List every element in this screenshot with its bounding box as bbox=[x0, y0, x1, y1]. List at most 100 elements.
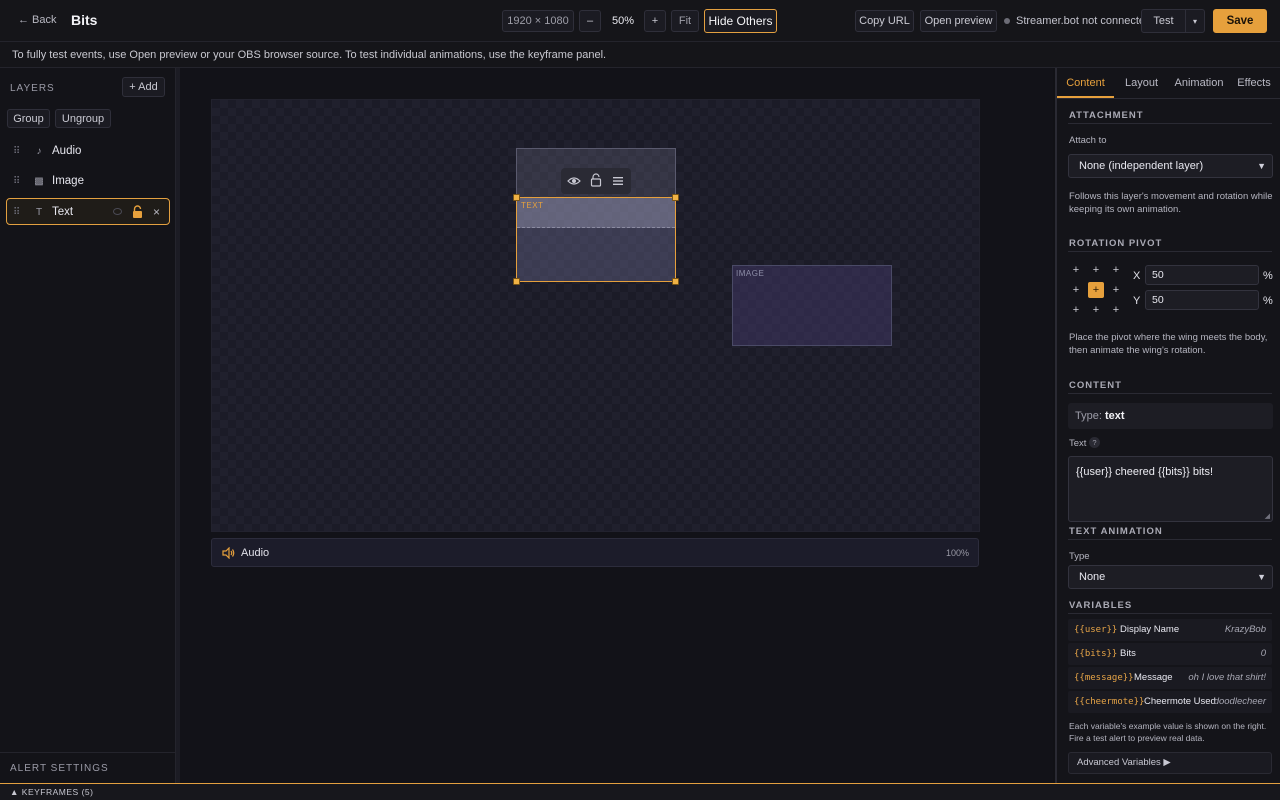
pivot-middle-right[interactable]: + bbox=[1108, 282, 1124, 298]
resize-handle-bottom-right[interactable] bbox=[672, 278, 679, 285]
pivot-y-input[interactable]: 50 bbox=[1145, 290, 1259, 310]
info-banner: To fully test events, use Open preview o… bbox=[0, 42, 1280, 68]
top-bar: ← Back Bits 1920 × 1080 – 50% + Fit Hide… bbox=[0, 0, 1280, 42]
variable-name: Message bbox=[1134, 672, 1173, 683]
hide-others-button[interactable]: Hide Others bbox=[704, 9, 777, 33]
pivot-y-label: Y bbox=[1133, 295, 1141, 307]
visibility-eye-icon[interactable] bbox=[567, 174, 581, 191]
fit-button[interactable]: Fit bbox=[671, 10, 699, 32]
attachment-title: ATTACHMENT bbox=[1069, 110, 1144, 121]
variable-example: KrazyBob bbox=[1224, 624, 1266, 635]
drag-handle-icon[interactable]: ⠿ bbox=[13, 138, 20, 165]
resize-handle-top-right[interactable] bbox=[672, 194, 679, 201]
text-animation-title: TEXT ANIMATION bbox=[1069, 526, 1163, 537]
pivot-x-input[interactable]: 50 bbox=[1145, 265, 1259, 285]
resize-handle-top-left[interactable] bbox=[513, 194, 520, 201]
pivot-bottom-left[interactable]: + bbox=[1068, 302, 1084, 318]
tab-effects[interactable]: Effects bbox=[1229, 68, 1279, 98]
layer-item-image[interactable]: ⠿ ▩ Image bbox=[6, 168, 170, 195]
properties-panel: Content Layout Animation Effects ATTACHM… bbox=[1055, 68, 1280, 783]
tab-animation[interactable]: Animation bbox=[1169, 68, 1229, 98]
audio-track-label: Audio bbox=[241, 547, 270, 559]
attach-to-select[interactable]: None (independent layer) ▼ bbox=[1068, 154, 1273, 178]
test-menu-button[interactable]: ▾ bbox=[1185, 9, 1205, 33]
open-preview-button[interactable]: Open preview bbox=[920, 10, 997, 32]
tab-content[interactable]: Content bbox=[1057, 68, 1114, 98]
layer-item-text[interactable]: ⠿ T Text × bbox=[6, 198, 170, 225]
section-divider bbox=[1068, 613, 1272, 614]
layer-label: Text bbox=[52, 206, 74, 218]
add-layer-button[interactable]: + Add bbox=[122, 77, 165, 97]
variable-example: 0 bbox=[1260, 648, 1266, 659]
pivot-top-center[interactable]: + bbox=[1088, 262, 1104, 278]
tab-layout[interactable]: Layout bbox=[1114, 68, 1169, 98]
text-layer-content: TEXT bbox=[516, 197, 676, 282]
test-button[interactable]: Test bbox=[1141, 9, 1186, 33]
variable-row-message[interactable]: {{message}} Message oh I love that shirt… bbox=[1068, 667, 1272, 689]
layer-label: Image bbox=[52, 175, 84, 187]
variable-token: {{user}} bbox=[1074, 625, 1118, 635]
pivot-middle-left[interactable]: + bbox=[1068, 282, 1084, 298]
layer-item-audio[interactable]: ⠿ ♪ Audio bbox=[6, 138, 170, 165]
pivot-bottom-center[interactable]: + bbox=[1088, 302, 1104, 318]
pivot-center[interactable]: + bbox=[1088, 282, 1104, 298]
alert-settings-header[interactable]: ALERT SETTINGS bbox=[10, 763, 109, 774]
back-button[interactable]: ← Back bbox=[18, 14, 57, 26]
pivot-top-left[interactable]: + bbox=[1068, 262, 1084, 278]
section-divider bbox=[1068, 539, 1272, 540]
audio-track[interactable]: Audio 100% bbox=[211, 538, 979, 567]
text-type-icon: T bbox=[35, 207, 43, 218]
variable-name: Bits bbox=[1120, 648, 1136, 659]
menu-icon[interactable] bbox=[612, 175, 624, 190]
text-layer-box[interactable]: TEXT bbox=[513, 148, 679, 285]
save-button[interactable]: Save bbox=[1213, 9, 1267, 33]
audio-volume: 100% bbox=[945, 548, 969, 558]
stage-canvas[interactable]: TEXT IMAGE bbox=[211, 99, 980, 532]
variable-row-user[interactable]: {{user}} Display Name KrazyBob bbox=[1068, 619, 1272, 641]
lock-icon[interactable] bbox=[132, 205, 143, 219]
text-content-textarea[interactable]: {{user}} cheered {{bits}} bits! ◢ bbox=[1068, 456, 1273, 522]
zoom-out-button[interactable]: – bbox=[579, 10, 601, 32]
image-layer-label: IMAGE bbox=[736, 269, 765, 278]
variable-token: {{message}} bbox=[1074, 673, 1134, 683]
variable-name: Display Name bbox=[1120, 624, 1180, 635]
resize-handle-bottom-left[interactable] bbox=[513, 278, 520, 285]
delete-icon[interactable]: × bbox=[153, 205, 160, 219]
variable-row-cheermote[interactable]: {{cheermote}} Cheermote Used doodlecheer bbox=[1068, 691, 1272, 713]
drag-handle-icon[interactable]: ⠿ bbox=[13, 168, 20, 195]
pivot-help-text: Place the pivot where the wing meets the… bbox=[1069, 332, 1268, 356]
help-icon[interactable]: ? bbox=[1089, 437, 1100, 448]
attach-to-value: None (independent layer) bbox=[1079, 160, 1204, 172]
pivot-x-label: X bbox=[1133, 270, 1141, 282]
keyframes-toggle[interactable]: ▲ KEYFRAMES (5) bbox=[0, 783, 1280, 800]
resolution-display[interactable]: 1920 × 1080 bbox=[502, 10, 574, 32]
zoom-level: 50% bbox=[611, 15, 635, 27]
copy-url-button[interactable]: Copy URL bbox=[855, 10, 914, 32]
chevron-down-icon: ▼ bbox=[1257, 161, 1266, 171]
ungroup-button[interactable]: Ungroup bbox=[55, 109, 111, 128]
image-icon: ▩ bbox=[34, 176, 44, 187]
image-layer-box[interactable]: IMAGE bbox=[732, 265, 892, 346]
variable-row-bits[interactable]: {{bits}} Bits 0 bbox=[1068, 643, 1272, 665]
pivot-top-right[interactable]: + bbox=[1108, 262, 1124, 278]
type-value: text bbox=[1104, 410, 1125, 422]
textarea-resize-icon[interactable]: ◢ bbox=[1265, 512, 1270, 520]
advanced-variables-toggle[interactable]: Advanced Variables ▶ bbox=[1068, 752, 1272, 774]
text-layer-label: TEXT bbox=[521, 201, 544, 210]
drag-handle-icon[interactable]: ⠿ bbox=[13, 199, 20, 226]
pivot-y-unit: % bbox=[1263, 295, 1273, 307]
content-title: CONTENT bbox=[1069, 380, 1122, 391]
pivot-bottom-right[interactable]: + bbox=[1108, 302, 1124, 318]
visibility-eye-icon[interactable] bbox=[113, 208, 122, 215]
type-display: Type: text bbox=[1068, 403, 1273, 429]
connection-status: Streamer.bot not connected bbox=[1016, 15, 1152, 27]
unlock-icon[interactable] bbox=[590, 173, 602, 190]
group-button[interactable]: Group bbox=[7, 109, 50, 128]
attach-to-label: Attach to bbox=[1069, 135, 1107, 146]
text-field-label: Text bbox=[1069, 438, 1087, 449]
pivot-title: ROTATION PIVOT bbox=[1069, 238, 1163, 249]
layers-panel: LAYERS + Add Group Ungroup ⠿ ♪ Audio ⠿ ▩… bbox=[0, 68, 176, 783]
speaker-icon bbox=[222, 546, 236, 562]
animation-type-select[interactable]: None ▼ bbox=[1068, 565, 1273, 589]
zoom-in-button[interactable]: + bbox=[644, 10, 666, 32]
